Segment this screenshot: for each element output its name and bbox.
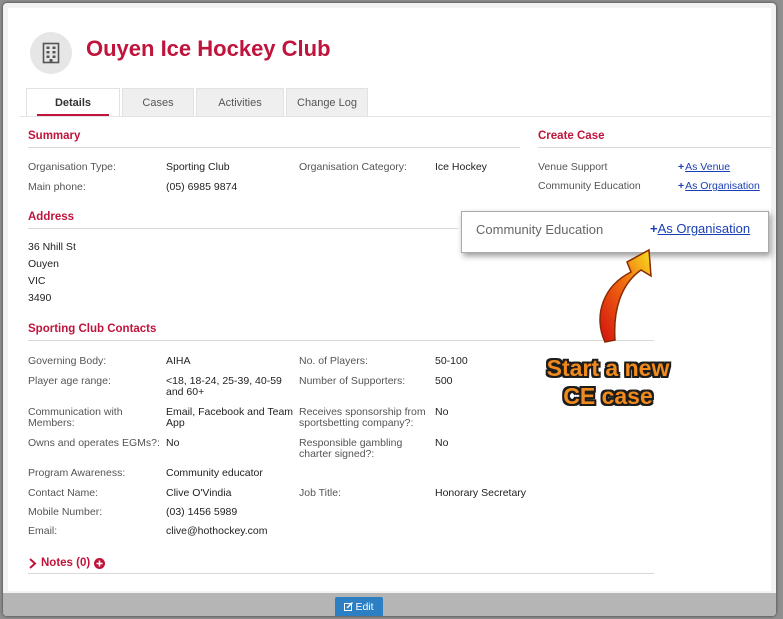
charter-label-cont: charter signed?: <box>299 448 375 460</box>
egm-value: No <box>166 437 180 449</box>
address-line: VIC <box>28 275 46 287</box>
callout-as-organisation-link[interactable]: +As Organisation <box>650 221 750 236</box>
sponsorship-value: No <box>435 406 449 418</box>
charter-value: No <box>435 437 449 449</box>
address-line: Ouyen <box>28 258 59 270</box>
tab-cases[interactable]: Cases <box>122 88 194 117</box>
program-awareness-value: Community educator <box>166 467 263 479</box>
address-line: 3490 <box>28 292 52 304</box>
as-organisation-link[interactable]: +As Organisation <box>678 180 760 192</box>
create-case-rule <box>538 147 771 148</box>
contact-name-value: Clive O'Vindia <box>166 487 232 499</box>
address-line: 36 Nhill St <box>28 241 76 253</box>
venue-support-label: Venue Support <box>538 161 608 173</box>
mobile-label: Mobile Number: <box>28 506 103 518</box>
notes-toggle[interactable]: Notes (0) <box>28 557 106 569</box>
supporters-value: 500 <box>435 375 453 387</box>
add-circle-icon[interactable] <box>94 557 106 569</box>
phone-value: (05) 6985 9874 <box>166 181 238 193</box>
notes-rule <box>28 573 654 574</box>
contact-name-label: Contact Name: <box>28 487 99 499</box>
job-title-value: Honorary Secretary <box>435 487 527 499</box>
org-type-label: Organisation Type: <box>28 161 116 173</box>
age-range-label: Player age range: <box>28 375 111 387</box>
phone-label: Main phone: <box>28 181 86 193</box>
building-icon <box>42 42 60 64</box>
edit-button[interactable]: Edit <box>335 597 383 616</box>
players-value: 50-100 <box>435 355 468 367</box>
contacts-rule <box>28 340 654 341</box>
job-title-label: Job Title: <box>299 487 342 499</box>
bottom-toolbar <box>3 593 776 616</box>
chevron-right-icon <box>29 557 37 569</box>
communication-value: Email, Facebook and Team <box>166 406 294 418</box>
edit-icon <box>344 602 354 611</box>
organisation-avatar <box>30 32 72 74</box>
annotation-arrow-icon <box>599 248 652 343</box>
record-page: Ouyen Ice Hockey Club Details Cases Acti… <box>8 8 771 591</box>
sponsorship-label-cont: sportsbetting company?: <box>299 417 414 429</box>
egm-label: Owns and operates EGMs?: <box>28 437 160 449</box>
address-heading: Address <box>28 211 75 223</box>
notes-label: Notes (0) <box>41 557 91 569</box>
program-awareness-label: Program Awareness: <box>28 467 126 479</box>
address-rule <box>28 228 458 229</box>
plus-icon: + <box>678 161 685 173</box>
tab-details[interactable]: Details <box>26 88 120 117</box>
window-frame: Ouyen Ice Hockey Club Details Cases Acti… <box>3 3 776 616</box>
summary-heading: Summary <box>28 130 81 142</box>
summary-rule <box>28 147 520 148</box>
tab-divider <box>20 116 771 117</box>
age-range-value-cont: and 60+ <box>166 386 205 398</box>
tab-bar: Details Cases Activities Change Log <box>26 88 370 117</box>
contacts-heading: Sporting Club Contacts <box>28 323 157 335</box>
communication-value-cont: App <box>166 417 185 429</box>
org-category-label: Organisation Category: <box>299 161 407 173</box>
supporters-label: Number of Supporters: <box>299 375 406 387</box>
plus-icon: + <box>678 180 685 192</box>
email-label: Email: <box>28 525 58 537</box>
governing-body-label: Governing Body: <box>28 355 107 367</box>
plus-icon: + <box>650 221 658 236</box>
players-label: No. of Players: <box>299 355 368 367</box>
communication-label-cont: Members: <box>28 417 75 429</box>
community-education-label: Community Education <box>538 180 641 192</box>
annotation-text: Start a new CE case <box>546 355 670 409</box>
governing-body-value: AIHA <box>166 355 191 367</box>
email-value: clive@hothockey.com <box>166 525 268 537</box>
tab-change-log[interactable]: Change Log <box>286 88 368 117</box>
page-title: Ouyen Ice Hockey Club <box>86 36 331 61</box>
mobile-value: (03) 1456 5989 <box>166 506 238 518</box>
org-category-value: Ice Hockey <box>435 161 487 173</box>
org-type-value: Sporting Club <box>166 161 230 173</box>
as-venue-link[interactable]: +As Venue <box>678 161 730 173</box>
callout-label: Community Education <box>476 222 604 237</box>
tab-activities[interactable]: Activities <box>196 88 284 117</box>
create-case-heading: Create Case <box>538 130 605 142</box>
